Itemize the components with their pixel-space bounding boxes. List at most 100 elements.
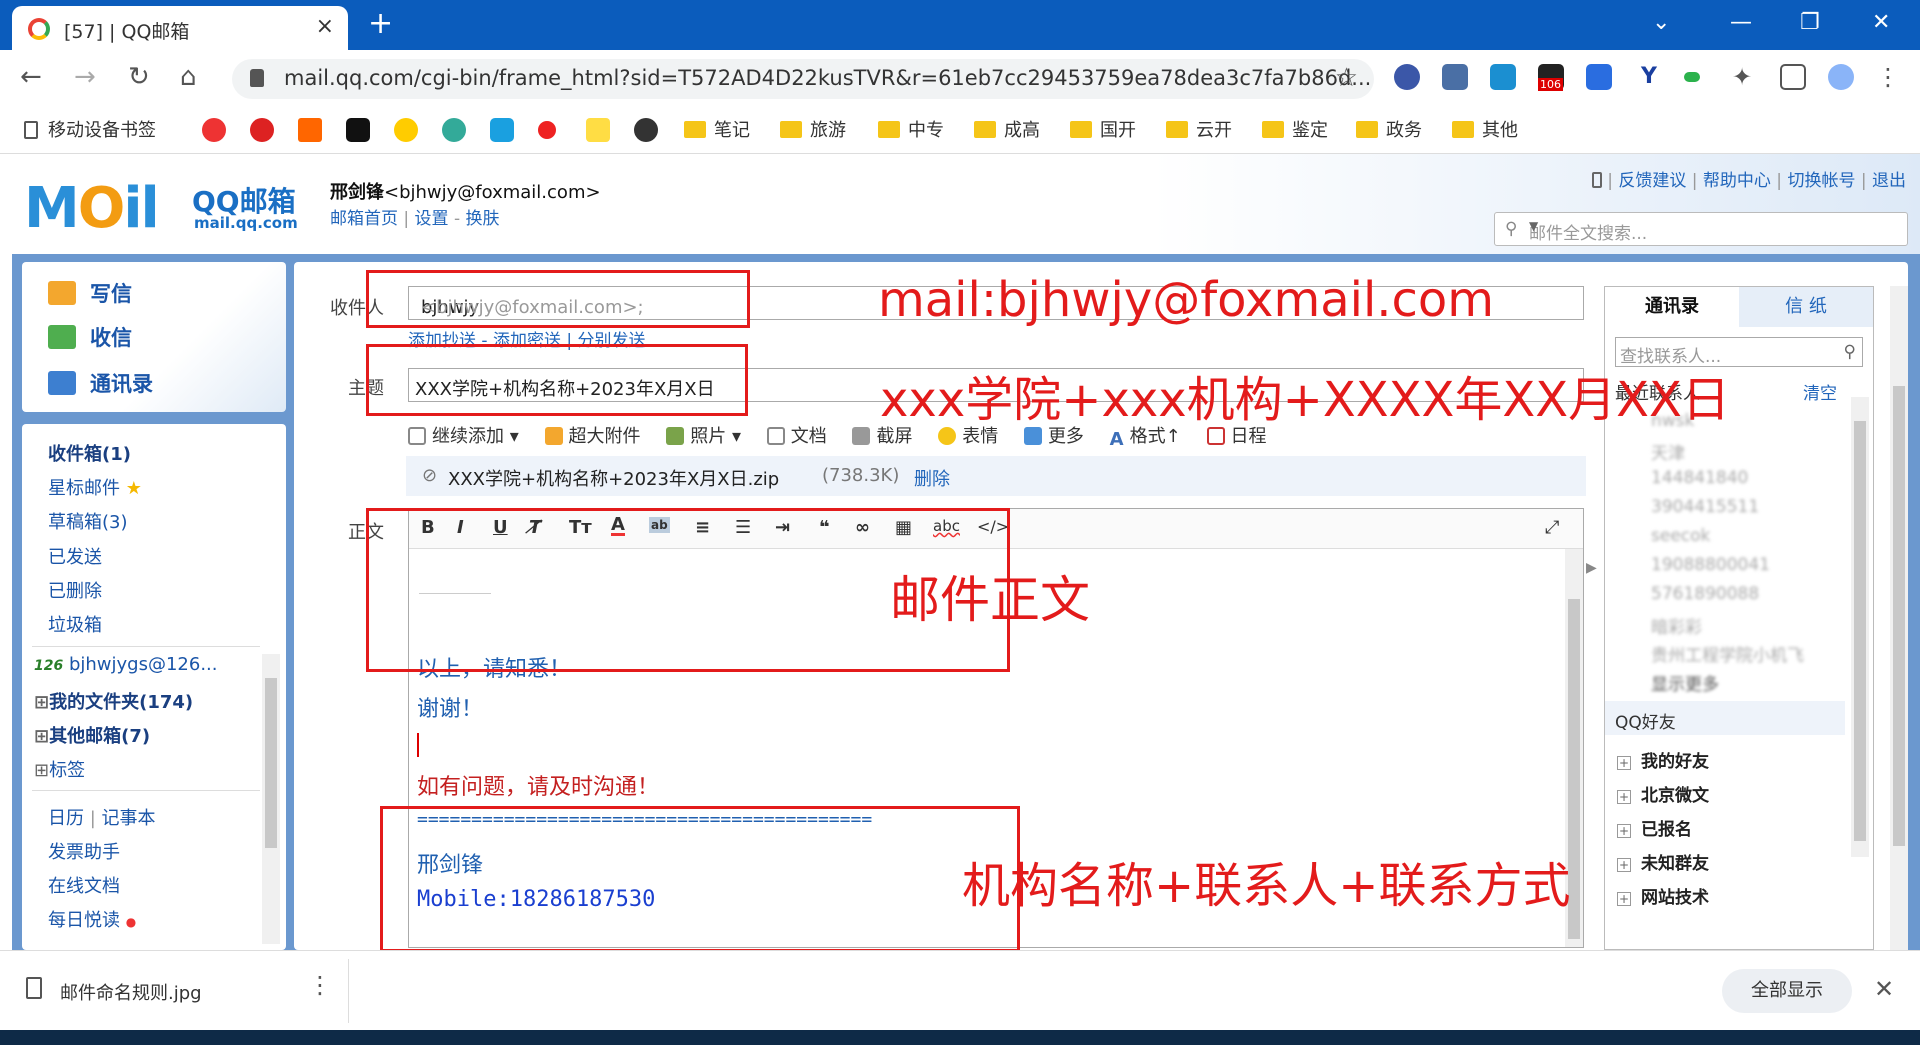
expand-icon[interactable]: + [1617,790,1631,804]
folder-other-mailboxes[interactable]: ⊞其他邮箱(7) [34,722,150,748]
scroll-thumb[interactable] [1854,421,1866,841]
scroll-thumb[interactable] [265,678,277,848]
contact-item[interactable]: 144841840 [1651,468,1748,488]
bookmark-icon[interactable] [538,121,556,139]
sidepanel-icon[interactable] [1780,64,1806,90]
reload-icon[interactable]: ↻ [128,62,150,92]
expand-icon[interactable]: + [1617,858,1631,872]
docs-link[interactable]: 在线文档 [48,872,120,898]
invoice-link[interactable]: 发票助手 [48,838,120,864]
notepad-link[interactable]: 记事本 [102,808,156,829]
daily-read-link[interactable]: 每日悦读 ● [48,906,136,932]
smiley-icon[interactable] [394,118,418,142]
show-all-button[interactable]: 全部显示 [1722,969,1852,1013]
chevron-down-icon[interactable]: ▼ [1529,219,1897,233]
contact-item[interactable]: 19088800041 [1651,555,1770,575]
contact-item[interactable]: 3904415511 [1651,497,1759,517]
bookmark-icon[interactable] [442,118,466,142]
extension-badge-icon[interactable]: 106 [1538,64,1564,91]
new-tab-button[interactable]: + [368,6,393,41]
forward-icon[interactable]: → [74,62,96,92]
contact-item[interactable]: seecok [1651,526,1710,546]
external-account[interactable]: 126 bjhwjygs@126... [34,654,218,675]
contact-item[interactable]: 5761890088 [1651,584,1759,604]
contacts-button[interactable]: 通讯录 [48,368,153,398]
contact-group[interactable]: + 未知群友 [1617,849,1709,874]
show-more-link[interactable]: 显示更多 [1651,670,1719,695]
settings-link[interactable]: 设置 [415,209,449,229]
folder-inbox[interactable]: 收件箱(1) [48,440,131,466]
doc-button[interactable]: 文档 [766,426,827,447]
restore-icon[interactable]: ❐ [1800,10,1820,35]
browser-tab[interactable]: [57] | QQ邮箱 × [12,6,348,50]
expand-icon[interactable]: ⊞ [34,726,49,747]
phone-icon[interactable] [1591,172,1602,188]
folder-sent[interactable]: 已发送 [48,543,102,569]
compose-button[interactable]: 写信 [48,278,132,308]
expand-icon[interactable]: + [1617,756,1631,770]
bookmark-folder[interactable]: 成高 [974,116,1040,142]
contact-item[interactable]: 天津 [1651,439,1685,464]
folder-deleted[interactable]: 已删除 [48,577,102,603]
qq-friends-header[interactable]: QQ好友 [1605,701,1845,735]
bookmark-folder[interactable]: 鉴定 [1262,116,1328,142]
scroll-thumb[interactable] [1893,386,1905,846]
back-icon[interactable]: ← [20,62,42,92]
address-bar[interactable]: mail.qq.com/cgi-bin/frame_html?sid=T572A… [232,59,1374,99]
bookmark-folder[interactable]: 国开 [1070,116,1136,142]
feedback-link[interactable]: 反馈建议 [1618,171,1686,191]
expand-icon[interactable]: + [1617,824,1631,838]
folder-tags[interactable]: ⊞标签 [34,756,85,782]
photo-button[interactable]: 照片 ▾ [666,426,741,447]
bookmark-folder[interactable]: 中专 [878,116,944,142]
bookmark-icon[interactable] [298,118,322,142]
puzzle-icon[interactable]: ✦ [1732,64,1758,90]
add-attachment-button[interactable]: 继续添加 ▾ [408,426,519,447]
extension-y-icon[interactable]: Y [1636,64,1662,90]
extension-icon[interactable] [1586,64,1612,90]
tab-contacts[interactable]: 通讯录 [1605,287,1739,327]
download-file[interactable]: 邮件命名规则.jpg [60,979,202,1005]
folder-my-folders[interactable]: ⊞我的文件夹(174) [34,688,193,714]
contact-item[interactable]: 贵州工程学院小机飞 [1651,641,1804,666]
bookmark-folder[interactable]: 笔记 [684,116,750,142]
extension-icon[interactable] [1684,72,1700,82]
tab-search-chevron-icon[interactable]: ⌄ [1652,10,1670,35]
logout-link[interactable]: 退出 [1872,171,1906,191]
folder-starred[interactable]: 星标邮件 ★ [48,474,142,500]
bookmark-folder[interactable]: 旅游 [780,116,846,142]
expand-icon[interactable]: ⊞ [34,692,49,713]
tab-stationery[interactable]: 信 纸 [1739,287,1873,327]
large-attachment-button[interactable]: 超大附件 [544,426,641,447]
bookmark-icon[interactable] [202,118,226,142]
bookmark-mobile[interactable]: 移动设备书签 [24,116,156,142]
folder-spam[interactable]: 垃圾箱 [48,611,102,637]
attachment-delete-link[interactable]: 删除 [914,465,950,491]
clear-recent-link[interactable]: 清空 [1803,379,1837,404]
bookmark-folder[interactable]: 云开 [1166,116,1232,142]
avatar[interactable] [1828,64,1854,90]
tab-close-icon[interactable]: × [316,14,334,39]
bookmark-folder[interactable]: 政务 [1356,116,1422,142]
bilibili-icon[interactable] [490,118,514,142]
folder-drafts[interactable]: 草稿箱(3) [48,508,128,534]
minimize-icon[interactable]: — [1730,10,1752,35]
skin-link[interactable]: 换肤 [466,209,500,229]
expand-icon[interactable]: ⊞ [34,760,49,781]
frame-scrollbar[interactable] [1890,286,1908,950]
extension-icon[interactable] [1490,64,1516,90]
contact-item[interactable]: 暗彩彩 [1651,613,1702,638]
switch-account-link[interactable]: 切换帐号 [1787,171,1855,191]
help-link[interactable]: 帮助中心 [1703,171,1771,191]
bookmark-icon[interactable] [250,118,274,142]
tiktok-icon[interactable] [346,118,370,142]
extension-icon[interactable] [1442,64,1468,90]
attachment-name[interactable]: XXX学院+机构名称+2023年X月X日.zip [448,465,779,491]
more-options-icon[interactable]: ⋮ [308,971,332,999]
window-close-icon[interactable]: ✕ [1872,10,1890,35]
expand-icon[interactable]: + [1617,892,1631,906]
mail-search-input[interactable]: ⚲ 邮件全文搜索... ▼ [1494,212,1908,246]
contact-group[interactable]: + 已报名 [1617,815,1692,840]
calendar-link[interactable]: 日历 [48,808,84,829]
bookmark-star-icon[interactable]: ☆ [1335,63,1358,93]
